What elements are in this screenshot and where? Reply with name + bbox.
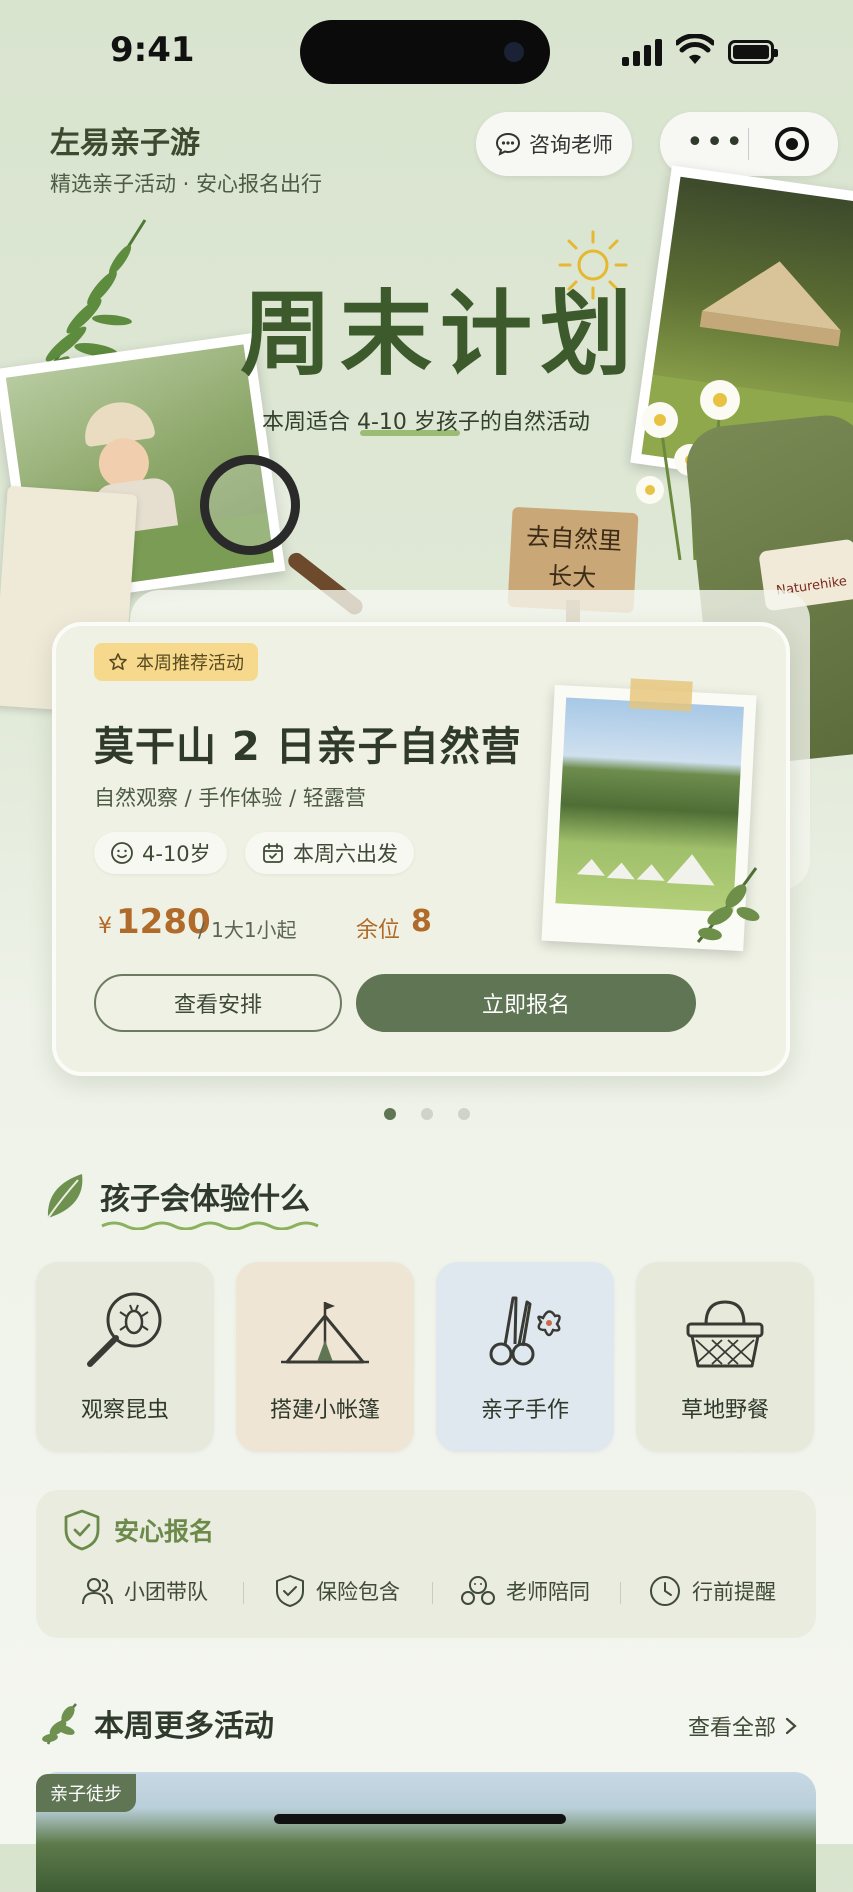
carousel-dot-1[interactable] xyxy=(384,1108,396,1120)
leaf-sprig-icon xyxy=(696,867,760,943)
magnifier-decoration xyxy=(200,455,300,555)
consult-label: 咨询老师 xyxy=(529,133,613,157)
camera-icon xyxy=(504,42,524,62)
activity-category-badge: 亲子徒步 xyxy=(36,1774,136,1812)
hero-subtitle: 本周适合 4-10 岁孩子的自然活动 xyxy=(262,410,590,435)
star-icon xyxy=(109,653,127,670)
safe-signup-header: 安心报名 xyxy=(62,1508,214,1552)
carousel-dot-2[interactable] xyxy=(421,1108,433,1120)
status-time: 9:41 xyxy=(110,30,195,70)
recommend-badge: 本周推荐活动 xyxy=(94,643,258,681)
experience-section-header: 孩子会体验什么 xyxy=(42,1170,310,1222)
tent-icon xyxy=(281,1302,369,1364)
wifi-icon xyxy=(676,34,714,64)
app-subtitle: 精选亲子活动 · 安心报名出行 xyxy=(50,172,323,196)
experience-tile-tent[interactable]: 搭建小帐篷 xyxy=(236,1262,414,1452)
consult-teacher-button[interactable]: 咨询老师 xyxy=(476,112,632,176)
home-indicator xyxy=(274,1814,566,1824)
experience-tile-insects[interactable]: 观察昆虫 xyxy=(36,1262,214,1452)
age-chip: 4-10岁 xyxy=(94,832,227,874)
signal-icon xyxy=(622,38,664,66)
experience-tile-craft[interactable]: 亲子手作 xyxy=(436,1262,614,1452)
teacher-icon xyxy=(461,1576,495,1605)
more-activities-header: 本周更多活动 xyxy=(40,1700,274,1746)
calendar-icon xyxy=(263,843,283,863)
clock-icon xyxy=(650,1576,680,1606)
app-title: 左易亲子游 xyxy=(50,126,200,161)
safe-item-small-group: 小团带队 xyxy=(80,1574,208,1608)
price-value: 1280 xyxy=(116,902,211,942)
currency-symbol: ¥ xyxy=(98,914,112,939)
safe-item-label: 小团带队 xyxy=(124,1580,208,1604)
shield-icon xyxy=(276,1575,304,1607)
recommend-badge-label: 本周推荐活动 xyxy=(136,653,244,674)
see-all-link[interactable]: 查看全部 xyxy=(688,1710,798,1742)
safe-item-label: 保险包含 xyxy=(316,1580,400,1604)
safe-signup-title: 安心报名 xyxy=(114,1517,215,1546)
dynamic-island xyxy=(300,20,550,84)
tile-label: 亲子手作 xyxy=(480,1398,569,1423)
leaf-icon xyxy=(47,1174,83,1219)
leaf-sprig-icon xyxy=(42,1703,77,1745)
signup-now-button[interactable]: 立即报名 xyxy=(356,974,696,1032)
magnifier-bug-icon xyxy=(87,1292,162,1367)
battery-icon xyxy=(728,40,778,64)
smiley-icon xyxy=(111,842,133,864)
activity-card-hiking[interactable] xyxy=(36,1772,816,1892)
safe-divider xyxy=(432,1582,433,1604)
age-label: 4-10岁 xyxy=(142,842,211,866)
title-wave-underline xyxy=(101,1221,319,1230)
safe-divider xyxy=(620,1582,621,1604)
safe-divider xyxy=(243,1582,244,1604)
safe-item-label: 老师陪同 xyxy=(506,1580,590,1604)
tile-label: 观察昆虫 xyxy=(80,1398,169,1423)
group-icon xyxy=(82,1578,113,1605)
safe-item-reminder: 行前提醒 xyxy=(648,1574,776,1608)
tape-decoration xyxy=(629,678,693,712)
featured-tags: 自然观察 / 手作体验 / 轻露营 xyxy=(94,786,366,810)
experience-section-title: 孩子会体验什么 xyxy=(100,1182,310,1217)
tile-label: 搭建小帐篷 xyxy=(269,1398,380,1423)
price-unit: / 1大1小起 xyxy=(198,918,297,942)
chevron-right-icon xyxy=(785,1717,797,1735)
chat-bubble-icon xyxy=(495,132,521,156)
more-activities-title: 本周更多活动 xyxy=(94,1709,274,1744)
view-schedule-button[interactable]: 查看安排 xyxy=(94,974,342,1032)
date-chip: 本周六出发 xyxy=(245,832,414,874)
mini-program-capsule: ••• xyxy=(660,112,838,176)
picnic-basket-icon xyxy=(686,1300,764,1368)
close-target-icon[interactable] xyxy=(774,126,810,162)
shield-check-icon xyxy=(64,1509,100,1551)
seats-label: 余位 xyxy=(356,918,401,943)
hero-title: 周末计划 xyxy=(240,280,641,388)
safe-item-insurance: 保险包含 xyxy=(274,1574,400,1608)
see-all-label: 查看全部 xyxy=(688,1716,777,1741)
more-menu-icon[interactable]: ••• xyxy=(686,128,745,158)
carousel-dot-3[interactable] xyxy=(458,1108,470,1120)
scissors-icon xyxy=(489,1296,561,1366)
experience-tile-picnic[interactable]: 草地野餐 xyxy=(636,1262,814,1452)
safe-item-teacher: 老师陪同 xyxy=(460,1574,590,1608)
date-label: 本周六出发 xyxy=(293,842,398,866)
featured-title: 莫干山 2 日亲子自然营 xyxy=(94,724,522,770)
seats-count: 8 xyxy=(411,904,432,939)
sign-line-1: 去自然里 xyxy=(525,522,623,556)
tile-label: 草地野餐 xyxy=(680,1398,769,1423)
safe-item-label: 行前提醒 xyxy=(692,1580,776,1604)
capsule-divider xyxy=(748,128,749,160)
